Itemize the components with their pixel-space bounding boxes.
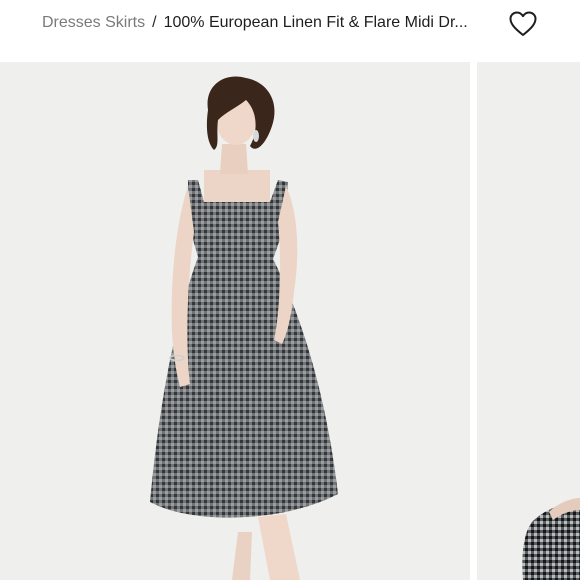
breadcrumb-current-page: 100% European Linen Fit & Flare Midi Dr.… xyxy=(163,14,468,31)
breadcrumb-parent-link[interactable]: Dresses Skirts xyxy=(42,14,145,32)
favorite-button[interactable] xyxy=(508,9,538,39)
breadcrumb-separator: / xyxy=(152,14,157,31)
detail-photo xyxy=(522,498,580,580)
breadcrumb: Dresses Skirts / 100% European Linen Fit… xyxy=(42,12,468,34)
heart-outline-icon xyxy=(509,11,537,36)
product-image-gallery[interactable] xyxy=(0,62,580,580)
product-header: Dresses Skirts / 100% European Linen Fit… xyxy=(0,0,580,62)
product-image-next-preview[interactable] xyxy=(477,62,580,580)
product-image-main[interactable] xyxy=(0,62,470,580)
model-photo xyxy=(150,76,338,580)
